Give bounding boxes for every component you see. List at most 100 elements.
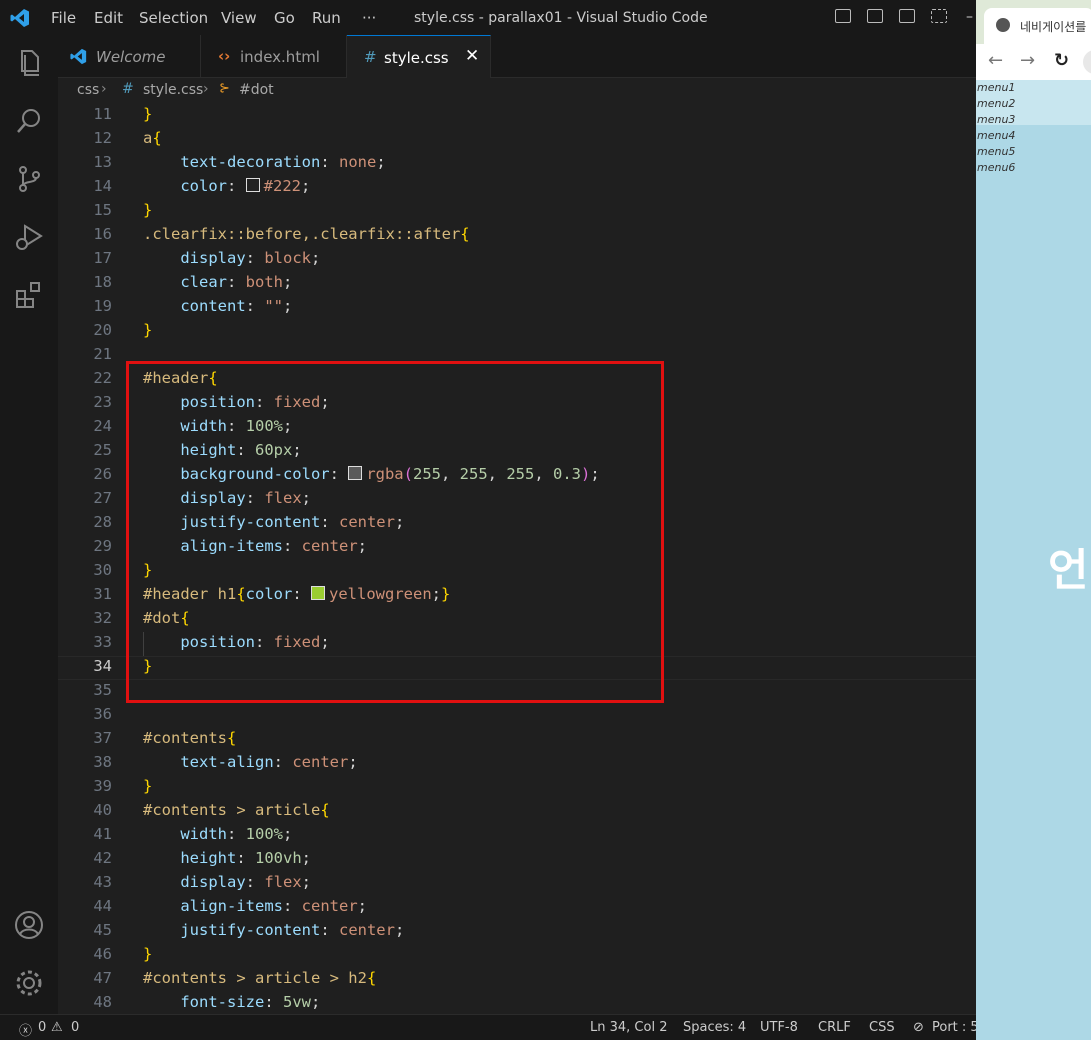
code-line[interactable]: } [143,945,152,963]
chevron-right-icon: › [101,81,107,97]
code-line[interactable]: #contents > article{ [143,801,330,819]
end-of-line[interactable]: CRLF [818,1020,851,1035]
page-menu-link[interactable]: menu6 [977,161,1015,174]
back-icon[interactable]: ← [988,50,1003,71]
settings-gear-icon[interactable] [13,967,45,999]
code-line[interactable]: justify-content: center; [143,921,404,939]
line-number: 34 [93,657,112,675]
code-line[interactable]: display: flex; [143,873,311,891]
account-icon[interactable] [13,909,45,941]
warning-count[interactable]: 0 [71,1020,79,1035]
line-number: 30 [93,561,112,579]
line-number: 33 [93,633,112,651]
code-line[interactable]: text-decoration: none; [143,153,385,171]
run-debug-icon[interactable] [13,221,45,253]
code-line[interactable]: a{ [143,129,162,147]
toggle-sidebar-icon[interactable] [835,9,851,23]
code-line[interactable]: color: #222; [143,177,310,195]
code-line[interactable]: height: 100vh; [143,849,311,867]
customize-layout-icon[interactable] [931,9,947,23]
breadcrumb-symbol[interactable]: #dot [239,82,274,98]
search-icon[interactable] [13,105,45,137]
menu-item[interactable]: View [221,9,257,27]
breadcrumb-file[interactable]: style.css [143,82,203,98]
menu-item[interactable]: File [51,9,76,27]
menu-item[interactable]: ··· [362,9,376,27]
page-menu-link[interactable]: menu1 [977,81,1015,94]
line-number: 28 [93,513,112,531]
line-number: 24 [93,417,112,435]
code-line[interactable]: width: 100%; [143,825,292,843]
code-line[interactable]: } [143,777,152,795]
reload-icon[interactable]: ↻ [1054,50,1069,71]
browser-window: 네비게이션를 ← → ↻ menu1 menu2 menu3 menu4 menu5 me… [976,0,1091,1040]
code-line[interactable]: #contents{ [143,729,236,747]
code-line[interactable]: font-size: 5vw; [143,993,320,1011]
code-line[interactable]: } [143,321,152,339]
code-editor[interactable]: 11} 12 a{13 text-decoration: none; 14 color… [58,104,976,1014]
browser-tab-strip: 네비게이션를 [976,0,1091,44]
errors-icon[interactable]: ⓧ [19,1020,32,1039]
line-number: 23 [93,393,112,411]
menu-item[interactable]: Selection [139,9,208,27]
indentation[interactable]: Spaces: 4 [683,1020,746,1035]
code-line[interactable]: } [143,201,152,219]
tab-label: index.html [240,48,320,66]
breadcrumb-folder[interactable]: css [77,82,99,98]
tab-style-css[interactable]: # style.css ✕ [347,35,491,79]
line-number: 39 [93,777,112,795]
vscode-logo-icon [10,9,29,27]
forward-icon[interactable]: → [1020,50,1035,71]
toggle-panel-icon[interactable] [867,9,883,23]
code-line[interactable]: #contents > article > h2{ [143,969,376,987]
menu-item[interactable]: Edit [94,9,123,27]
live-server-port[interactable]: Port : 5 [932,1020,979,1035]
css-hash-icon: # [364,48,377,66]
line-number: 36 [93,705,112,723]
line-number: 35 [93,681,112,699]
close-icon[interactable]: ✕ [465,46,479,66]
page-menu-link[interactable]: menu5 [977,145,1015,158]
symbol-icon: ⊱ [219,81,230,96]
highlight-annotation-box [126,361,664,703]
line-number: 13 [93,153,112,171]
code-line[interactable]: content: ""; [143,297,292,315]
line-number: 16 [93,225,112,243]
page-menu-link[interactable]: menu4 [977,129,1015,142]
error-count[interactable]: 0 [38,1020,46,1035]
page-menu-link[interactable]: menu2 [977,97,1015,110]
encoding[interactable]: UTF-8 [760,1020,798,1035]
browser-tab[interactable]: 네비게이션를 [984,8,1091,44]
tab-welcome[interactable]: Welcome [58,35,201,78]
line-number: 14 [93,177,112,195]
vscode-logo-icon [70,48,87,65]
code-line[interactable]: display: block; [143,249,320,267]
menu-item[interactable]: Go [274,9,295,27]
code-line[interactable]: align-items: center; [143,897,367,915]
code-line[interactable]: } [143,105,152,123]
page-menu-link[interactable]: menu3 [977,113,1015,126]
source-control-icon[interactable] [13,163,45,195]
line-number: 37 [93,729,112,747]
code-line[interactable]: .clearfix::before,.clearfix::after{ [143,225,470,243]
code-line[interactable]: text-align: center; [143,753,357,771]
warning-icon[interactable]: ⚠ [51,1020,63,1035]
extensions-icon[interactable] [13,279,45,311]
tab-label: style.css [384,49,449,67]
explorer-icon[interactable] [13,47,45,79]
toggle-secondary-sidebar-icon[interactable] [899,9,915,23]
minimize-icon[interactable]: – [966,9,973,25]
cursor-position[interactable]: Ln 34, Col 2 [590,1020,667,1035]
code-line[interactable]: clear: both; [143,273,292,291]
line-number: 40 [93,801,112,819]
editor-tab-bar: Welcome ‹› index.html # style.css ✕ [58,35,976,79]
menu-item[interactable]: Run [312,9,341,27]
no-entry-icon[interactable]: ⊘ [913,1020,924,1035]
line-number: 47 [93,969,112,987]
address-bar[interactable] [1083,50,1091,74]
line-number: 18 [93,273,112,291]
page-heading-text: 언 [1048,545,1089,596]
tab-index-html[interactable]: ‹› index.html [201,35,347,78]
line-number: 12 [93,129,112,147]
language-mode[interactable]: CSS [869,1020,895,1035]
